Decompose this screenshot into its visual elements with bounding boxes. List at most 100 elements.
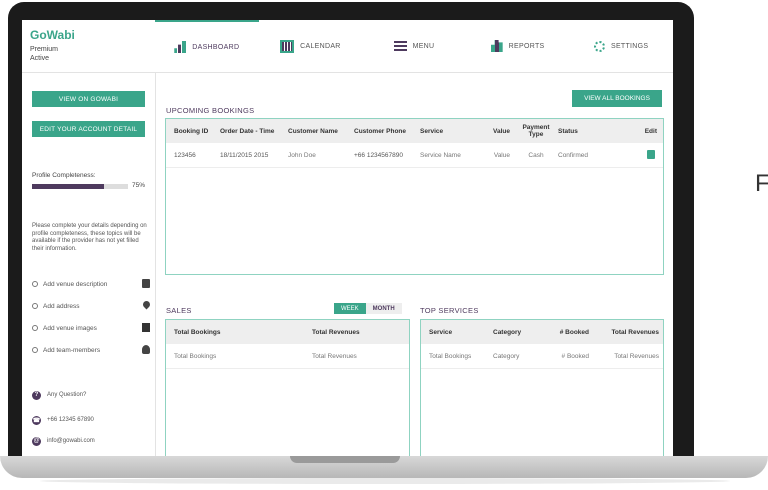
image-icon <box>142 323 150 332</box>
nav-label: REPORTS <box>508 42 545 50</box>
sales-title: SALES <box>166 306 192 315</box>
side-letter: F <box>755 170 768 197</box>
task-label: Add venue description <box>43 280 108 288</box>
sales-table: Total Bookings Total Revenues Total Book… <box>165 319 410 456</box>
plus-circle-icon <box>32 281 38 287</box>
nav-reports[interactable]: REPORTS <box>466 20 570 72</box>
profile-progress-fill <box>32 184 104 189</box>
plan-info: Premium Active <box>30 45 58 63</box>
col-header: Customer Name <box>288 127 338 135</box>
nav-label: CALENDAR <box>300 42 341 50</box>
dashboard-icon <box>174 41 187 53</box>
table-header: Total Bookings Total Revenues <box>166 320 409 344</box>
top-services-title: TOP SERVICES <box>420 306 479 315</box>
plus-circle-icon <box>32 325 38 331</box>
task-add-images[interactable]: Add venue images <box>32 322 150 334</box>
nav-calendar[interactable]: CALENDAR <box>259 20 363 72</box>
col-header: Service <box>429 328 453 336</box>
upcoming-bookings-table: Booking ID Order Date - Time Customer Na… <box>165 118 664 275</box>
col-header: Status <box>558 127 578 135</box>
reports-icon <box>490 40 503 52</box>
upcoming-bookings-title: UPCOMING BOOKINGS <box>166 106 255 115</box>
nav-menu[interactable]: MENU <box>362 20 466 72</box>
nav-label: DASHBOARD <box>192 43 240 51</box>
task-label: Add team-members <box>43 346 101 354</box>
laptop-shadow <box>40 478 730 484</box>
view-on-gowabi-button[interactable]: VIEW ON GOWABI <box>32 91 145 107</box>
task-add-address[interactable]: Add address <box>32 299 152 312</box>
col-header: Customer Phone <box>354 127 407 135</box>
help-question[interactable]: ? Any Question? <box>32 389 150 401</box>
cell-booking-id: 123456 <box>174 151 196 159</box>
table-row: Total Bookings Category # Booked Total R… <box>421 344 663 369</box>
help-label: Any Question? <box>47 392 87 398</box>
task-add-team[interactable]: Add team-members <box>32 344 150 356</box>
cell-value: Value <box>493 151 510 159</box>
cell-booked: # Booked <box>561 352 589 360</box>
plan-name: Premium <box>30 46 59 53</box>
profile-progress-bar <box>32 184 128 189</box>
cell-status: Confirmed <box>558 151 588 159</box>
table-header: Service Category # Booked Total Revenues <box>421 320 663 344</box>
cell-payment-type: Cash <box>528 151 544 159</box>
col-header: Booking ID <box>174 127 209 135</box>
top-services-table: Service Category # Booked Total Revenues… <box>420 319 664 456</box>
app-screen: GoWabi Premium Active DASHBOARD CALENDAR… <box>22 20 673 456</box>
nav-label: SETTINGS <box>610 42 649 50</box>
menu-icon <box>393 41 407 51</box>
profile-percent: 75% <box>132 182 146 189</box>
col-header: Total Revenues <box>611 328 659 336</box>
task-add-description[interactable]: Add venue description <box>32 278 150 290</box>
edit-icon[interactable] <box>647 149 655 159</box>
edit-account-button[interactable]: EDIT YOUR ACCOUNT DETAIL <box>32 121 145 137</box>
col-header: Total Revenues <box>312 328 360 336</box>
view-all-bookings-button[interactable]: VIEW ALL BOOKINGS <box>572 90 662 107</box>
settings-icon <box>593 40 605 52</box>
main-nav: DASHBOARD CALENDAR MENU REPORTS SETTINGS <box>155 20 673 72</box>
nav-settings[interactable]: SETTINGS <box>569 20 673 72</box>
plus-circle-icon <box>32 347 38 353</box>
cell-customer-name: John Doe <box>288 151 316 159</box>
cell-total-bookings: Total Bookings <box>174 352 217 360</box>
calendar-icon <box>142 279 150 288</box>
table-header: Booking ID Order Date - Time Customer Na… <box>166 119 663 143</box>
col-header: Service <box>420 127 444 135</box>
week-toggle[interactable]: WEEK <box>334 303 366 314</box>
table-row: Total Bookings Total Revenues <box>166 344 409 369</box>
cell-order-date: 18/11/2015 2015 <box>220 151 269 159</box>
profile-note: Please complete your details depending o… <box>32 223 147 252</box>
table-row[interactable]: 123456 18/11/2015 2015 John Doe +66 1234… <box>166 143 663 168</box>
email-icon: @ <box>32 436 41 446</box>
calendar-icon <box>280 39 295 53</box>
help-label: +66 12345 67890 <box>47 417 94 423</box>
phone-icon: ☎ <box>32 415 41 425</box>
cell-total-revenues: Total Revenues <box>614 352 659 360</box>
col-header: Order Date - Time <box>220 127 275 135</box>
col-header: Value <box>493 127 510 135</box>
brand-logo[interactable]: GoWabi <box>30 28 75 42</box>
cell-edit <box>618 149 663 161</box>
cell-category: Category <box>493 352 520 360</box>
laptop-notch <box>290 456 400 463</box>
cell-customer-phone: +66 1234567890 <box>354 151 403 159</box>
col-header: Payment Type <box>522 124 550 138</box>
cell-service: Service Name <box>420 151 461 159</box>
task-label: Add address <box>43 302 80 310</box>
col-header: Edit <box>644 127 657 135</box>
cell-total-revenues: Total Revenues <box>312 352 357 360</box>
plus-circle-icon <box>32 303 38 309</box>
question-icon: ? <box>32 390 41 400</box>
sales-period-toggle: WEEK MONTH <box>334 303 402 314</box>
app-header: GoWabi Premium Active DASHBOARD CALENDAR… <box>22 20 673 73</box>
user-icon <box>142 345 150 354</box>
task-label: Add venue images <box>43 324 97 332</box>
help-email[interactable]: @ info@gowabi.com <box>32 435 150 447</box>
col-header: Category <box>493 328 522 336</box>
profile-completeness-label: Profile Completeness: <box>32 172 96 179</box>
month-toggle[interactable]: MONTH <box>365 303 402 314</box>
col-header: Total Bookings <box>174 328 221 336</box>
nav-dashboard[interactable]: DASHBOARD <box>155 20 259 72</box>
help-phone[interactable]: ☎ +66 12345 67890 <box>32 414 150 426</box>
plan-status: Active <box>30 55 50 62</box>
map-pin-icon <box>141 299 152 310</box>
